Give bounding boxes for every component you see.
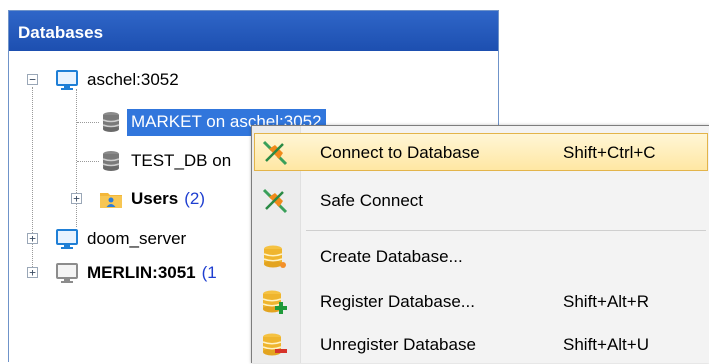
menu-item-shortcut: Shift+Ctrl+C [563,143,656,162]
users-label: Users [131,189,179,208]
menu-item-shortcut: Shift+Alt+U [563,335,649,354]
menu-item-label: Connect to Database [320,143,480,162]
expand-toggle[interactable]: + [27,233,38,244]
database-label: TEST_DB on [131,151,232,170]
tree-node-server[interactable]: MERLIN:3051 (1 [55,257,217,289]
expand-toggle[interactable]: + [27,267,38,278]
menu-item-shortcut: Shift+Alt+R [563,292,649,311]
menu-item-safe-connect[interactable]: Safe Connect [254,181,708,219]
tree-node-server[interactable]: doom_server [55,223,186,255]
server-count: (1 [201,263,217,282]
menu-item-label: Register Database... [320,292,475,311]
menu-separator [306,230,706,231]
monitor-gray-icon [55,261,79,285]
tree-node-users[interactable]: Users (2) [99,183,205,215]
tree-line [32,87,33,277]
server-label: aschel:3052 [87,70,179,89]
database-icon [99,149,123,173]
menu-item-register-database[interactable]: Register Database... Shift+Alt+R [254,282,708,320]
menu-item-label: Safe Connect [320,191,424,210]
users-folder-icon [99,187,123,211]
tree-line [77,161,99,162]
server-label: doom_server [87,229,187,248]
database-icon [99,110,123,134]
menu-item-create-database[interactable]: Create Database... [254,237,708,275]
server-label: MERLIN:3051 [87,263,196,282]
register-database-icon [261,288,289,316]
tree-line [77,122,99,123]
monitor-icon [55,68,79,92]
monitor-icon [55,227,79,251]
create-database-icon [261,243,289,271]
menu-item-label: Create Database... [320,247,463,266]
panel-title: Databases [9,11,498,51]
expand-toggle[interactable]: + [71,193,82,204]
safe-connect-plug-icon [261,187,289,215]
connect-plug-icon [261,139,289,167]
menu-item-connect-to-database[interactable]: Connect to Database Shift+Ctrl+C [254,133,708,171]
context-menu: Connect to Database Shift+Ctrl+C Safe Co… [251,125,709,363]
tree-node-server[interactable]: aschel:3052 [55,64,179,96]
unregister-database-icon [261,331,289,359]
menu-item-label: Unregister Database [320,335,476,354]
collapse-toggle[interactable]: − [27,74,38,85]
tree-line [76,89,77,227]
tree-node-database[interactable]: TEST_DB on [99,145,231,177]
users-count: (2) [184,189,206,208]
menu-item-unregister-database[interactable]: Unregister Database Shift+Alt+U [254,325,708,363]
